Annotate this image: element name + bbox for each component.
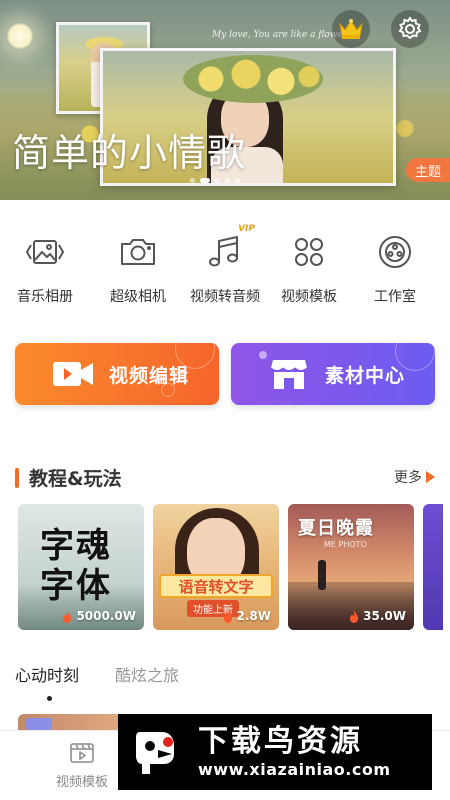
store-icon	[267, 354, 311, 394]
music-note-icon	[209, 236, 238, 267]
pagination-dot-active	[200, 178, 210, 183]
nav-label: 视频模板	[55, 775, 108, 790]
feed-tab-heartbeat[interactable]: 心动时刻	[15, 662, 79, 686]
nav-item-video-template[interactable]: 视频模板	[40, 741, 124, 790]
more-label: 更多	[394, 470, 422, 486]
quick-item-music-album[interactable]: 音乐相册	[0, 222, 90, 306]
pagination-dot	[215, 178, 220, 183]
film-reel-icon	[379, 236, 411, 268]
tutorials-header: 教程&玩法 更多	[15, 464, 435, 492]
quick-item-video-template[interactable]: 视频模板	[264, 222, 354, 306]
video-edit-label: 视频编辑	[109, 364, 190, 387]
material-center-label: 素材中心	[325, 364, 406, 387]
theme-tag-button[interactable]: 主题	[406, 158, 450, 182]
section-accent-bar	[15, 468, 19, 488]
banner-title-art: 简单的小情歌	[12, 131, 247, 175]
pagination-dot	[225, 178, 230, 183]
arrow-right-icon	[426, 471, 435, 483]
view-count: 35.0W	[349, 609, 406, 623]
top-banner[interactable]: My love, You are like a flower... 简单的小情歌…	[0, 0, 450, 200]
feed-tab-cool-journey[interactable]: 酷炫之旅	[115, 662, 179, 686]
quick-item-label: 视频模板	[281, 289, 337, 305]
more-link[interactable]: 更多	[394, 467, 435, 487]
quick-item-label: 超级相机	[110, 289, 166, 305]
film-icon	[70, 743, 94, 763]
banner-pagination	[190, 178, 240, 183]
view-count: 5000.0W	[62, 609, 136, 623]
quick-item-super-camera[interactable]: 超级相机	[93, 222, 183, 306]
tutorial-card-2[interactable]: 语音转文字 功能上新 2.8W	[153, 504, 279, 630]
image-album-icon	[26, 240, 64, 264]
material-center-card[interactable]: 素材中心	[231, 343, 435, 405]
view-count: 2.8W	[223, 609, 271, 623]
tutorial-art-sub: ME PHOTO	[324, 540, 367, 549]
flame-icon	[350, 609, 359, 623]
watermark-title: 下载鸟资源	[198, 724, 363, 759]
tutorial-art-text: 夏日晚霞	[298, 518, 374, 539]
settings-button[interactable]	[391, 10, 429, 48]
gear-icon	[398, 16, 422, 40]
camera-icon	[121, 239, 155, 265]
tutorial-art-text: 语音转文字	[159, 574, 273, 598]
watermark-url: www.xiazainiao.com	[198, 760, 391, 779]
tutorials-title: 教程&玩法	[29, 468, 122, 490]
pagination-dot	[235, 178, 240, 183]
active-tab-indicator	[47, 696, 52, 701]
bird-logo-icon	[128, 724, 184, 780]
vip-crown-button[interactable]	[332, 10, 370, 48]
quick-item-label: 音乐相册	[17, 289, 73, 305]
quick-functions-row: 音乐相册 超级相机 VIP 视频转音频 视频模板 工作室	[0, 222, 450, 312]
crown-icon	[339, 19, 363, 39]
quick-item-studio[interactable]: 工作室	[350, 222, 440, 306]
tutorial-art-text: 字魂字体	[40, 526, 112, 606]
pagination-dot	[190, 178, 195, 183]
quick-item-label: 工作室	[374, 289, 416, 305]
tutorial-card-1[interactable]: 字魂字体 5000.0W	[18, 504, 144, 630]
video-edit-card[interactable]: 视频编辑	[15, 343, 219, 405]
flame-icon	[63, 609, 72, 623]
clover-template-icon	[295, 238, 323, 266]
moon-decoration	[6, 22, 34, 50]
watermark-banner: 下载鸟资源 www.xiazainiao.com	[118, 714, 432, 790]
vip-badge: VIP	[238, 224, 255, 234]
quick-item-label: 视频转音频	[190, 289, 260, 305]
tutorial-card-4-partial[interactable]	[423, 504, 443, 630]
tutorial-card-3[interactable]: 夏日晚霞 ME PHOTO 35.0W	[288, 504, 414, 630]
video-camera-icon	[51, 354, 95, 394]
flame-icon	[223, 609, 232, 623]
quick-item-video-to-audio[interactable]: VIP 视频转音频	[180, 222, 270, 306]
